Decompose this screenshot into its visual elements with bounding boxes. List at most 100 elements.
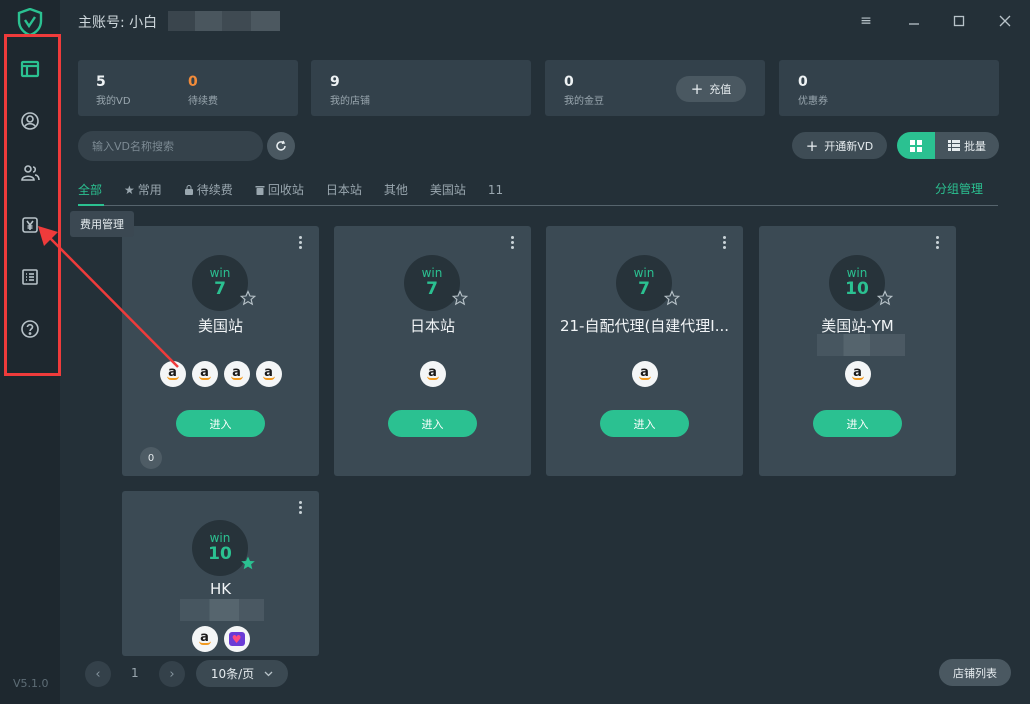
star-icon: ★ bbox=[124, 182, 135, 197]
shop-icons: a a a a bbox=[122, 361, 319, 387]
page-size-select[interactable]: 10条/页 bbox=[196, 660, 288, 687]
search-input[interactable] bbox=[78, 131, 263, 161]
tab-usa[interactable]: 美国站 bbox=[430, 181, 466, 198]
amazon-icon[interactable]: a bbox=[223, 361, 250, 387]
enter-button[interactable]: 进入 bbox=[176, 410, 265, 437]
stat-value: 0 bbox=[798, 74, 808, 90]
stat-card-shops[interactable]: 9 我的店铺 bbox=[311, 60, 531, 116]
shop-icons: a bbox=[759, 361, 956, 387]
tab-favorites[interactable]: ★ 常用 bbox=[124, 181, 162, 198]
amazon-icon[interactable]: a bbox=[191, 361, 218, 387]
refresh-button[interactable] bbox=[267, 132, 295, 160]
account-title: 主账号: 小白 bbox=[78, 15, 158, 31]
group-manage-link[interactable]: 分组管理 bbox=[935, 180, 983, 197]
more-icon[interactable] bbox=[299, 501, 303, 516]
new-vd-label: 开通新VD bbox=[824, 139, 874, 153]
plus-icon: + bbox=[690, 80, 704, 98]
next-page-button[interactable]: › bbox=[159, 661, 185, 687]
stat-card-coupons[interactable]: 0 优惠券 bbox=[779, 60, 999, 116]
tab-other[interactable]: 其他 bbox=[384, 181, 408, 198]
star-filled-icon[interactable] bbox=[240, 555, 256, 571]
annotation-highlight-box bbox=[4, 34, 61, 376]
redacted-info bbox=[180, 599, 264, 621]
more-icon[interactable] bbox=[723, 236, 727, 251]
tab-active-indicator bbox=[78, 204, 104, 206]
amazon-icon[interactable]: a bbox=[419, 361, 446, 387]
env-name: 美国站-YM bbox=[821, 317, 894, 335]
more-icon[interactable] bbox=[936, 236, 940, 251]
amazon-icon[interactable]: a bbox=[255, 361, 282, 387]
stat-label: 待续费 bbox=[188, 96, 218, 107]
batch-label: 批量 bbox=[964, 139, 986, 153]
prev-page-button[interactable]: ‹ bbox=[85, 661, 111, 687]
amazon-icon[interactable]: a bbox=[159, 361, 186, 387]
star-outline-icon[interactable] bbox=[452, 290, 468, 306]
env-name: 美国站 bbox=[197, 317, 243, 335]
env-name: 日本站 bbox=[409, 317, 455, 335]
chevron-down-icon bbox=[264, 671, 273, 676]
group-tabs: 全部 ★ 常用 待续费 回收站 日本站 其他 美国站 11 bbox=[78, 181, 525, 198]
shop-icons: a ♥ bbox=[122, 626, 319, 652]
view-toggle: 批量 bbox=[897, 132, 999, 159]
minimize-icon[interactable] bbox=[905, 12, 923, 30]
env-card[interactable]: win 10 美国站-YM a 进入 bbox=[759, 226, 956, 476]
enter-button[interactable]: 进入 bbox=[388, 410, 477, 437]
app-logo-icon bbox=[17, 8, 43, 36]
tab-11[interactable]: 11 bbox=[488, 181, 503, 198]
more-icon[interactable] bbox=[511, 236, 515, 251]
bag-icon bbox=[184, 184, 193, 195]
grid-view-button[interactable] bbox=[897, 132, 935, 159]
enter-button[interactable]: 进入 bbox=[813, 410, 902, 437]
more-icon[interactable] bbox=[299, 236, 303, 251]
stat-value: 5 bbox=[96, 74, 106, 90]
account-name-redacted bbox=[168, 11, 280, 31]
redacted-info bbox=[817, 334, 905, 356]
env-card[interactable]: win 7 美国站 a a a a 进入 0 bbox=[122, 226, 319, 476]
batch-button[interactable]: 批量 bbox=[935, 132, 999, 159]
enter-button[interactable]: 进入 bbox=[600, 410, 689, 437]
stat-card-vd[interactable]: 5 我的VD 0 待续费 bbox=[78, 60, 298, 116]
tab-renewal[interactable]: 待续费 bbox=[184, 181, 233, 198]
amazon-icon[interactable]: a bbox=[844, 361, 871, 387]
stat-label: 优惠券 bbox=[798, 96, 828, 107]
env-card[interactable]: win 7 21-自配代理(自建代理I... a 进入 bbox=[546, 226, 743, 476]
tab-all[interactable]: 全部 bbox=[78, 181, 102, 198]
sidebar: V5.1.0 bbox=[0, 0, 61, 704]
shop-icons: a bbox=[546, 361, 743, 387]
env-card[interactable]: win 10 HK a ♥ bbox=[122, 491, 319, 656]
app-version: V5.1.0 bbox=[13, 677, 49, 690]
star-outline-icon[interactable] bbox=[877, 290, 893, 306]
current-page[interactable]: 1 bbox=[131, 666, 139, 680]
billing-tooltip: 费用管理 bbox=[70, 211, 134, 237]
recharge-button[interactable]: + 充值 bbox=[676, 76, 746, 102]
shop-list-button[interactable]: 店铺列表 bbox=[939, 659, 1011, 686]
stat-label: 我的VD bbox=[96, 96, 131, 107]
plus-icon: + bbox=[805, 136, 819, 155]
trash-icon bbox=[255, 185, 265, 195]
star-outline-icon[interactable] bbox=[240, 290, 256, 306]
env-name: HK bbox=[209, 580, 232, 598]
amazon-icon[interactable]: a bbox=[191, 626, 218, 652]
tab-recycle-bin[interactable]: 回收站 bbox=[255, 181, 304, 198]
stat-value: 9 bbox=[330, 74, 340, 90]
page-size-value: 10条/页 bbox=[210, 667, 255, 681]
grid-icon bbox=[910, 139, 922, 152]
refresh-icon bbox=[276, 140, 286, 151]
amazon-icon[interactable]: a bbox=[631, 361, 658, 387]
star-outline-icon[interactable] bbox=[664, 290, 680, 306]
new-vd-button[interactable]: + 开通新VD bbox=[792, 132, 887, 159]
table-icon bbox=[948, 140, 960, 151]
stat-label: 我的店铺 bbox=[330, 96, 370, 107]
menu-icon[interactable]: ≡ bbox=[857, 12, 875, 30]
stat-value: 0 bbox=[188, 74, 198, 90]
close-icon[interactable] bbox=[996, 12, 1014, 30]
maximize-icon[interactable] bbox=[950, 12, 968, 30]
count-badge: 0 bbox=[140, 447, 162, 469]
tab-japan[interactable]: 日本站 bbox=[326, 181, 362, 198]
heart-shop-icon[interactable]: ♥ bbox=[223, 626, 250, 652]
shop-icons: a bbox=[334, 361, 531, 387]
env-name: 21-自配代理(自建代理I... bbox=[559, 317, 730, 335]
recharge-label: 充值 bbox=[709, 83, 732, 96]
env-card[interactable]: win 7 日本站 a 进入 bbox=[334, 226, 531, 476]
tab-divider bbox=[78, 205, 998, 206]
